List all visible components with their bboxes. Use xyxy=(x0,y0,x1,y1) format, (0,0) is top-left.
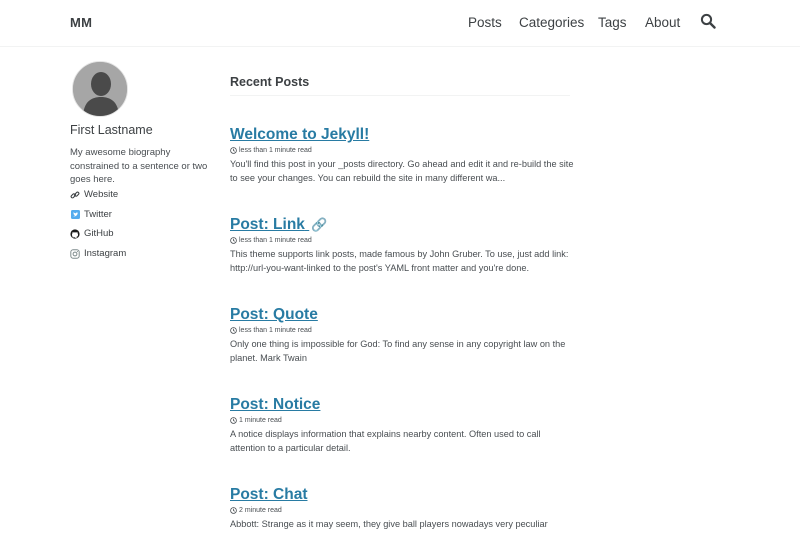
post-excerpt: Only one thing is impossible for God: To… xyxy=(230,339,566,363)
post-meta: less than 1 minute read xyxy=(230,235,575,245)
read-time: 2 minute read xyxy=(239,506,282,514)
search-icon[interactable] xyxy=(700,13,718,31)
nav-posts[interactable]: Posts xyxy=(468,15,502,30)
post-title-link[interactable]: Post: Notice xyxy=(230,396,320,414)
author-link-label: Twitter xyxy=(84,208,112,220)
site-title[interactable]: MM xyxy=(70,15,92,30)
author-link-label: Instagram xyxy=(84,248,127,260)
clock-icon xyxy=(230,506,237,514)
divider xyxy=(230,95,570,96)
post-meta: less than 1 minute read xyxy=(230,145,575,155)
post-title-link[interactable]: Post: Quote xyxy=(230,306,318,324)
masthead: MM Posts Categories Tags About xyxy=(0,0,800,47)
author-link-instagram[interactable]: Instagram xyxy=(70,244,126,264)
post-meta: less than 1 minute read xyxy=(230,325,575,335)
github-icon xyxy=(70,229,80,239)
instagram-icon xyxy=(70,248,80,259)
avatar xyxy=(72,61,128,117)
post-title-text: Post: Link xyxy=(230,216,305,233)
author-links: Website Twitter GitHub Instagram xyxy=(70,185,126,263)
post-excerpt: This theme supports link posts, made fam… xyxy=(230,249,569,273)
link-icon xyxy=(70,190,80,200)
author-link-twitter[interactable]: Twitter xyxy=(70,205,126,225)
post-item: Post: Quote less than 1 minute read Only… xyxy=(230,306,575,365)
post-item: Post: Chat 2 minute read Abbott: Strange… xyxy=(230,486,575,533)
post-item: Post: Notice 1 minute read A notice disp… xyxy=(230,396,575,455)
post-meta: 2 minute read xyxy=(230,505,575,515)
post-excerpt: Abbott: Strange as it may seem, they giv… xyxy=(230,519,548,533)
author-bio: My awesome biography constrained to a se… xyxy=(70,147,208,185)
read-time: 1 minute read xyxy=(239,416,282,424)
section-title: Recent Posts xyxy=(230,75,310,89)
post-excerpt: A notice displays information that expla… xyxy=(230,429,541,453)
read-time: less than 1 minute read xyxy=(239,326,312,334)
author-link-website[interactable]: Website xyxy=(70,185,126,205)
post-title-link[interactable]: Post: Chat xyxy=(230,486,308,504)
post-title-link[interactable]: Post: Link 🔗 xyxy=(230,216,327,234)
clock-icon xyxy=(230,146,237,154)
read-time: less than 1 minute read xyxy=(239,236,312,244)
nav-tags[interactable]: Tags xyxy=(598,15,627,30)
clock-icon xyxy=(230,416,237,424)
author-name: First Lastname xyxy=(70,123,153,137)
clock-icon xyxy=(230,236,237,244)
twitter-icon xyxy=(70,209,80,219)
read-time: less than 1 minute read xyxy=(239,146,312,154)
post-meta: 1 minute read xyxy=(230,415,575,425)
author-link-label: GitHub xyxy=(84,228,114,240)
nav-about[interactable]: About xyxy=(645,15,680,30)
post-excerpt: You'll find this post in your _posts dir… xyxy=(230,159,574,183)
link-emoji-icon: 🔗 xyxy=(311,217,328,232)
clock-icon xyxy=(230,326,237,334)
nav-categories[interactable]: Categories xyxy=(519,15,584,30)
author-link-github[interactable]: GitHub xyxy=(70,224,126,244)
post-item: Post: Link 🔗 less than 1 minute read Thi… xyxy=(230,216,575,275)
author-link-label: Website xyxy=(84,189,119,201)
post-item: Welcome to Jekyll! less than 1 minute re… xyxy=(230,126,575,185)
post-title-link[interactable]: Welcome to Jekyll! xyxy=(230,126,369,144)
